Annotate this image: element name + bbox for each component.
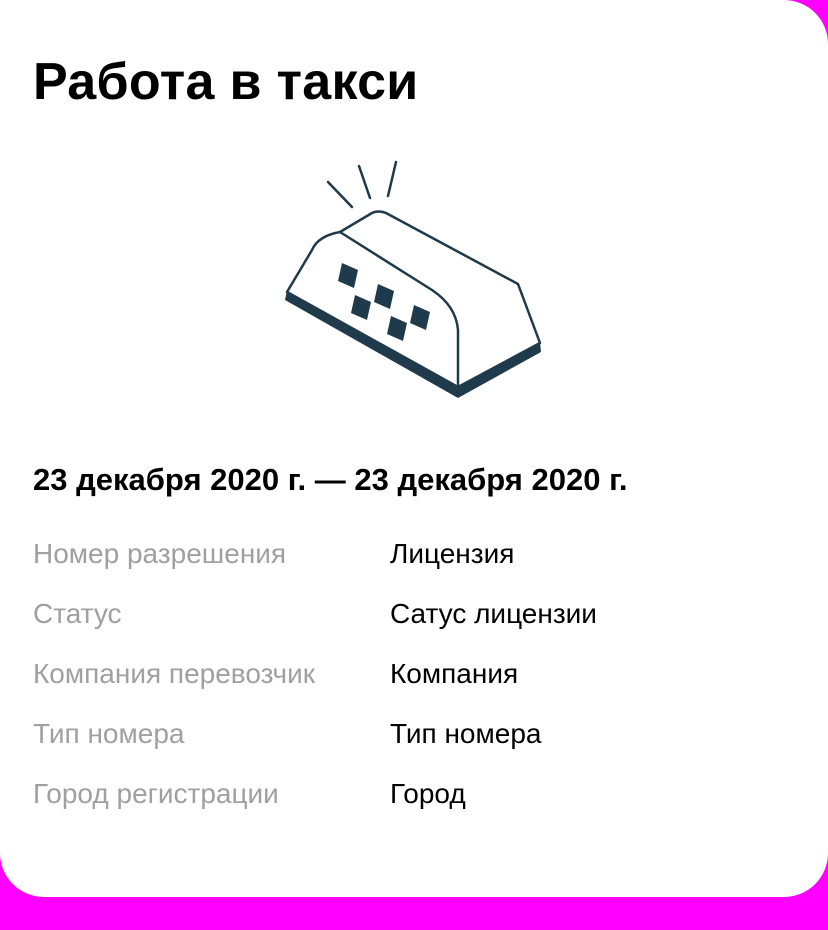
detail-row-status: Статус Сатус лицензии <box>33 598 793 658</box>
detail-row-carrier-company: Компания перевозчик Компания <box>33 658 793 718</box>
detail-row-permit-number: Номер разрешения Лицензия <box>33 538 793 598</box>
date-range: 23 декабря 2020 г. — 23 декабря 2020 г. <box>33 462 628 497</box>
detail-row-plate-type: Тип номера Тип номера <box>33 718 793 778</box>
detail-value: Тип номера <box>390 718 542 749</box>
license-details: Номер разрешения Лицензия Статус Сатус л… <box>33 538 793 838</box>
detail-value: Лицензия <box>390 538 515 569</box>
taxi-sign-icon <box>272 150 562 410</box>
detail-label: Тип номера <box>33 718 185 749</box>
detail-row-registration-city: Город регистрации Город <box>33 778 793 838</box>
detail-value: Компания <box>390 658 519 689</box>
taxi-work-card: Работа в такси 23 декабря 2020 г. — 23 д… <box>0 0 828 897</box>
page-title: Работа в такси <box>33 53 419 111</box>
detail-label: Номер разрешения <box>33 538 287 569</box>
detail-value: Город <box>390 778 466 809</box>
detail-value: Сатус лицензии <box>390 598 597 629</box>
detail-label: Компания перевозчик <box>33 658 315 689</box>
detail-label: Статус <box>33 598 122 629</box>
detail-label: Город регистрации <box>33 778 279 809</box>
